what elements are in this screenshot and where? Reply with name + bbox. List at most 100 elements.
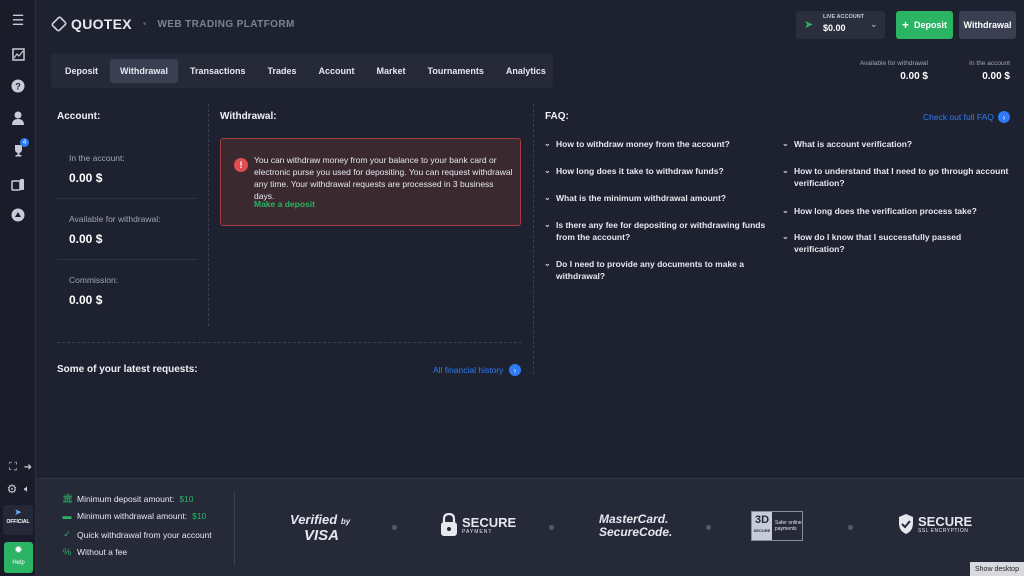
available-withdrawal-item: Available for withdrawal: 0.00 $ xyxy=(69,214,199,246)
platform-subtitle: WEB TRADING PLATFORM xyxy=(157,18,295,30)
official-telegram-button[interactable]: ➤ OFFICIAL xyxy=(3,505,33,535)
min-deposit-label: Minimum deposit amount: xyxy=(77,493,175,504)
alert-icon: ! xyxy=(234,158,248,172)
separator-dot xyxy=(392,525,397,530)
faq-question[interactable]: ⌄ How to understand that I need to go thr… xyxy=(782,165,1009,189)
financial-history-link[interactable]: All financial history xyxy=(433,365,503,375)
faq-question[interactable]: ⌄ Is there any fee for depositing or with… xyxy=(544,219,776,243)
faq-question-text: How to withdraw money from the account? xyxy=(556,139,730,149)
help-question-icon[interactable]: ? xyxy=(9,77,27,95)
chevron-right-icon[interactable]: › xyxy=(509,364,521,376)
secure-text: SECURE xyxy=(918,513,973,529)
faq-question-text: How do I know that I successfully passed… xyxy=(794,232,962,254)
help-icon: ✹ xyxy=(14,545,23,556)
svg-text:?: ? xyxy=(15,82,21,92)
tab-market[interactable]: Market xyxy=(367,59,416,83)
3d-secure-sub-text: SECURE xyxy=(753,528,771,533)
tab-tournaments[interactable]: Tournaments xyxy=(418,59,494,83)
divider xyxy=(57,198,197,199)
faq-question[interactable]: ⌄ How long does it take to withdraw funds… xyxy=(544,165,766,177)
faq-question-text: What is the minimum withdrawal amount? xyxy=(556,193,727,203)
analytics-icon[interactable] xyxy=(9,206,27,224)
min-withdrawal-value: $10 xyxy=(192,511,207,521)
section-divider xyxy=(57,342,522,343)
chevron-down-icon: ⌄ xyxy=(544,193,551,202)
secure-text: SECURE xyxy=(462,514,517,530)
top-account-stat: In the account 0.00 $ xyxy=(942,60,1010,82)
top-bar: QUOTEX • WEB TRADING PLATFORM ➤ LIVE ACC… xyxy=(36,0,1024,48)
check-icon: ✓ xyxy=(63,529,71,539)
tab-withdrawal[interactable]: Withdrawal xyxy=(110,58,178,83)
sound-icon[interactable]: 🔈︎ xyxy=(18,480,36,498)
help-button[interactable]: ✹ Help xyxy=(4,542,33,573)
withdrawal-button[interactable]: Withdrawal xyxy=(959,11,1016,39)
chart-icon[interactable] xyxy=(9,45,27,63)
secure-payment-badge: SECURE PAYMENT xyxy=(440,513,516,537)
card-icon: ▬ xyxy=(62,511,72,521)
faq-question[interactable]: ⌄ What is the minimum withdrawal amount? xyxy=(544,192,766,204)
quick-withdrawal-label: Quick withdrawal from your account xyxy=(77,529,212,540)
visa-verified-text: Verified xyxy=(290,512,338,527)
tab-account[interactable]: Account xyxy=(309,59,365,83)
arrow-right-icon[interactable]: ➜ xyxy=(19,458,37,476)
top-available-value: 0.00 $ xyxy=(900,71,928,82)
make-deposit-link[interactable]: Make a deposit xyxy=(254,199,315,209)
faq-question-text: How to understand that I need to go thro… xyxy=(794,166,1009,188)
available-label: Available for withdrawal: xyxy=(69,214,161,224)
divider xyxy=(234,491,235,566)
verified-by-visa-badge: Verified by VISA xyxy=(290,513,350,543)
no-fee-label: Without a fee xyxy=(77,547,128,557)
tab-trades[interactable]: Trades xyxy=(257,59,306,83)
safer-payments-text: Safer online payments xyxy=(775,520,802,532)
min-withdrawal-info: ▬ Minimum withdrawal amount: $10 xyxy=(62,511,207,521)
menu-icon[interactable]: ☰ xyxy=(9,11,27,29)
ssl-encryption-badge: SECURE SSL ENCRYPTION xyxy=(898,513,972,535)
latest-requests-title: Some of your latest requests: xyxy=(57,364,198,375)
tab-transactions[interactable]: Transactions xyxy=(180,59,256,83)
help-label: Help xyxy=(12,560,25,566)
notification-badge: 4 xyxy=(20,138,29,147)
full-faq-link[interactable]: Check out full FAQ xyxy=(923,112,994,122)
separator-dot xyxy=(848,525,853,530)
faq-question[interactable]: ⌄ What is account verification? xyxy=(782,138,1004,150)
market-icon[interactable] xyxy=(9,175,27,193)
tab-analytics[interactable]: Analytics xyxy=(496,59,556,83)
official-label: OFFICIAL xyxy=(6,519,30,525)
in-account-value: 0.00 $ xyxy=(69,171,103,185)
bottom-info-bar: 🏛︎ Minimum deposit amount: $10 ▬ Minimum… xyxy=(36,478,1024,576)
visa-by-text: by xyxy=(340,517,351,526)
mastercard-securecode-badge: MasterCard. SecureCode. xyxy=(599,513,672,539)
padlock-icon xyxy=(441,513,457,536)
chevron-down-icon: ⌄ xyxy=(544,259,551,268)
live-account-label: LIVE ACCOUNT xyxy=(823,14,865,20)
faq-question[interactable]: ⌄ Do I need to provide any documents to m… xyxy=(544,258,746,282)
deposit-button[interactable]: + Deposit xyxy=(896,11,953,39)
chevron-down-icon: ⌄ xyxy=(782,139,789,148)
account-balance-item: In the account: 0.00 $ xyxy=(69,153,199,185)
top-available-stat: Available for withdrawal 0.00 $ xyxy=(830,60,928,82)
faq-question-text: Is there any fee for depositing or withd… xyxy=(556,220,766,242)
chevron-right-icon[interactable]: › xyxy=(998,111,1010,123)
logo[interactable]: QUOTEX • WEB TRADING PLATFORM xyxy=(50,15,295,33)
faq-question[interactable]: ⌄ How to withdraw money from the account? xyxy=(544,138,766,150)
show-desktop-button[interactable]: Show desktop xyxy=(970,562,1024,576)
live-account-selector[interactable]: ➤ LIVE ACCOUNT $0.00 ⌄ xyxy=(796,11,885,39)
quick-withdrawal-info: ✓ Quick withdrawal from your account xyxy=(62,529,212,540)
tab-bar: Deposit Withdrawal Transactions Trades A… xyxy=(51,53,553,88)
withdrawal-alert: ! You can withdraw money from your balan… xyxy=(220,138,521,226)
telegram-icon: ➤ xyxy=(14,507,22,517)
user-icon[interactable] xyxy=(9,109,27,127)
sidebar: ☰ ? 4 ⛶ ➜ ⚙ 🔈︎ ➤ OFFICIAL ✹ Help xyxy=(0,0,36,576)
chevron-down-icon: ⌄ xyxy=(782,232,789,241)
separator-dot xyxy=(549,525,554,530)
chevron-down-icon: ⌄ xyxy=(544,139,551,148)
min-deposit-value: $10 xyxy=(179,493,194,504)
logo-mark-icon xyxy=(50,15,68,33)
live-account-balance: $0.00 xyxy=(823,23,846,33)
commission-value: 0.00 $ xyxy=(69,293,103,307)
faq-question[interactable]: ⌄ How long does the verification process … xyxy=(782,205,1009,217)
chevron-down-icon: ⌄ xyxy=(544,166,551,175)
top-account-label: In the account xyxy=(969,60,1010,67)
faq-question[interactable]: ⌄ How do I know that I successfully passe… xyxy=(782,231,1009,255)
tab-deposit[interactable]: Deposit xyxy=(55,59,108,83)
